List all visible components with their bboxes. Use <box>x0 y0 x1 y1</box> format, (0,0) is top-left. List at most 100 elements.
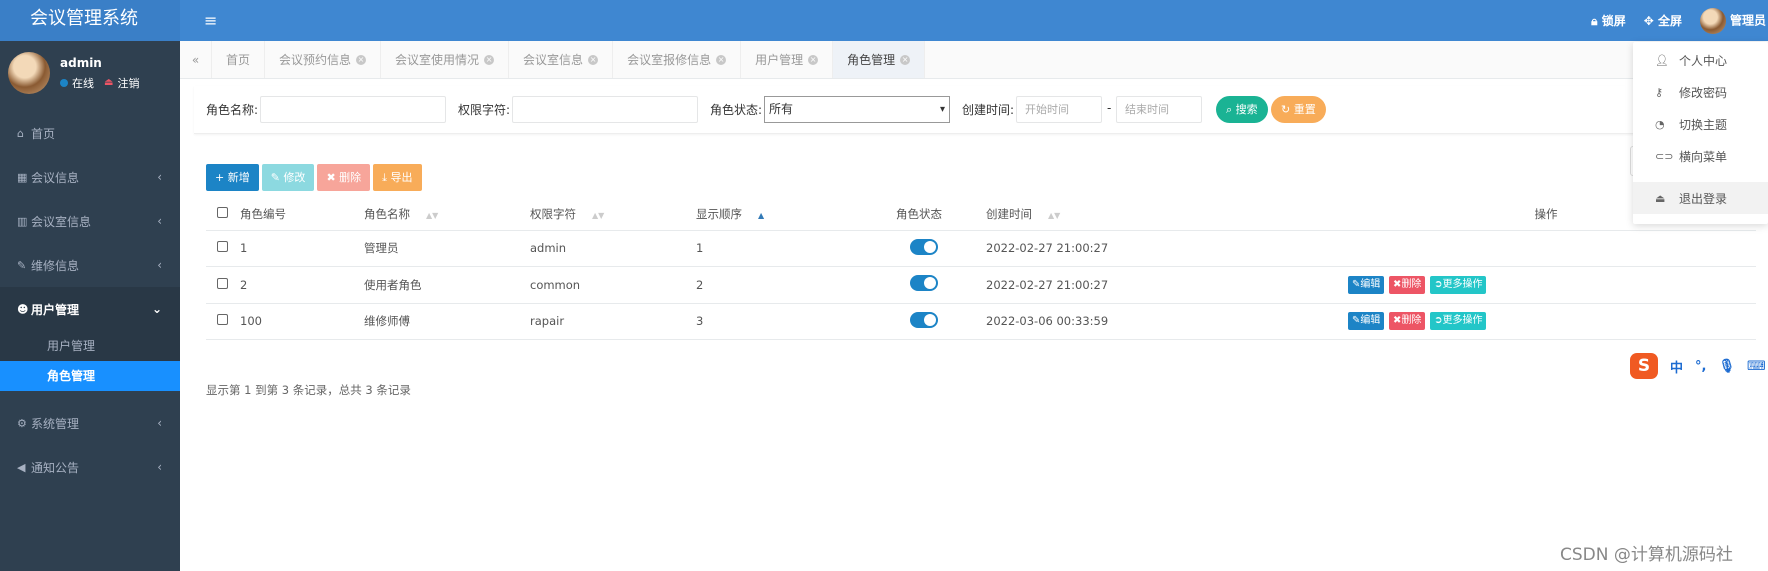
table-row[interactable]: 2 使用者角色 common 2 2022-02-27 21:00:27 ✎编辑… <box>206 266 1756 304</box>
tab-role-mgmt[interactable]: 角色管理 × <box>833 41 926 78</box>
tab-label: 会议室信息 <box>523 52 584 67</box>
avatar[interactable] <box>8 52 50 94</box>
status-toggle[interactable] <box>910 311 938 328</box>
start-time-input[interactable]: 开始时间 <box>1016 96 1102 123</box>
keyboard-icon[interactable]: ⌨ <box>1747 359 1766 374</box>
tab-user-mgmt[interactable]: 用户管理 × <box>741 41 834 78</box>
add-button[interactable]: + 新增 <box>206 164 259 191</box>
sogou-logo-icon[interactable]: S <box>1630 353 1658 379</box>
edit-button[interactable]: ✎ 修改 <box>261 164 315 191</box>
menu-item-switch-theme[interactable]: ◔ 切换主题 <box>1633 108 1768 140</box>
close-icon[interactable]: × <box>716 54 727 65</box>
row-checkbox[interactable] <box>217 241 228 253</box>
role-name-input[interactable] <box>260 96 446 123</box>
close-icon[interactable]: × <box>356 54 367 65</box>
status-select[interactable]: 所有 ▾ <box>764 96 950 123</box>
search-button-label: 搜索 <box>1235 103 1258 116</box>
sidebar-item-room-info[interactable]: ▥ 会议室信息 ‹ <box>0 199 180 243</box>
tab-room-usage[interactable]: 会议室使用情况 × <box>381 41 510 78</box>
tab-label: 会议室使用情况 <box>395 52 480 67</box>
role-name-cell: 使用者角色 <box>364 266 530 304</box>
row-more-button[interactable]: ➲更多操作 <box>1430 312 1487 331</box>
export-button[interactable]: ⤓ 导出 <box>373 164 422 191</box>
admin-menu-button[interactable]: 管理员 <box>1699 7 1766 34</box>
sort-icon: ▲▼ <box>1048 210 1061 220</box>
perm-input[interactable] <box>512 96 698 123</box>
end-time-input[interactable]: 结束时间 <box>1116 96 1202 123</box>
ime-lang-toggle[interactable]: 中 <box>1670 357 1683 376</box>
col-header[interactable]: 角色名称 ▲▼ <box>364 198 530 231</box>
row-edit-button[interactable]: ✎编辑 <box>1348 312 1385 331</box>
col-header[interactable]: 权限字符 ▲▼ <box>530 198 696 231</box>
menu-item-label: 横向菜单 <box>1679 149 1728 164</box>
watermark: CSDN @计算机源码社 <box>1560 545 1733 565</box>
user-dropdown-menu: 👤︎ 个人中心 ⚷ 修改密码 ◔ 切换主题 ⊂⊃ 横向菜单 ⏏ 退出登录 <box>1633 42 1768 224</box>
search-button[interactable]: ⌕ 搜索 <box>1216 96 1268 123</box>
sidebar-item-home[interactable]: ⌂ 首页 <box>0 111 180 155</box>
status-toggle[interactable] <box>910 238 938 255</box>
menu-item-logout[interactable]: ⏏ 退出登录 <box>1633 182 1768 214</box>
created-time-cell: 2022-02-27 21:00:27 <box>986 230 1336 267</box>
row-edit-label: 编辑 <box>1360 278 1381 290</box>
row-more-label: 更多操作 <box>1442 278 1483 290</box>
toggle-icon: ⊂⊃ <box>1655 149 1674 163</box>
fullscreen-label: 全屏 <box>1657 14 1682 28</box>
col-header[interactable]: 创建时间 ▲▼ <box>986 198 1336 231</box>
close-icon[interactable]: × <box>588 54 599 65</box>
row-more-button[interactable]: ➲更多操作 <box>1430 275 1487 294</box>
sidebar-item-user-mgmt[interactable]: ☻ 用户管理 ⌄ <box>0 287 180 331</box>
sidebar-item-repair-info[interactable]: ✎ 维修信息 ‹ <box>0 243 180 287</box>
lock-screen-button[interactable]: 🔒︎ 锁屏 <box>1591 12 1626 29</box>
tabs-scroll-left-icon[interactable]: « <box>180 41 212 78</box>
role-key-cell: rapair <box>530 303 696 340</box>
tab-label: 首页 <box>226 52 251 67</box>
logout-link[interactable]: 注销 <box>117 75 139 91</box>
sign-out-icon[interactable]: ⏏ <box>104 77 113 88</box>
col-header[interactable]: 显示顺序 ▲ <box>696 198 896 231</box>
close-icon[interactable]: × <box>900 54 911 65</box>
delete-button-label: 删除 <box>339 171 362 184</box>
pagination-info: 显示第 1 到第 3 条记录，总共 3 条记录 <box>206 383 411 397</box>
close-icon[interactable]: × <box>484 54 495 65</box>
sidebar-item-meeting-info[interactable]: ▦ 会议信息 ‹ <box>0 155 180 199</box>
menu-item-profile[interactable]: 👤︎ 个人中心 <box>1633 44 1768 76</box>
row-delete-button[interactable]: ✖删除 <box>1389 312 1426 331</box>
menu-toggle-icon[interactable]: ≡ <box>204 11 217 30</box>
table-row[interactable]: 100 维修师傅 rapair 3 2022-03-06 00:33:59 ✎编… <box>206 303 1756 340</box>
table-row[interactable]: 1 管理员 admin 1 2022-02-27 21:00:27 <box>206 230 1756 267</box>
fullscreen-button[interactable]: ✥ 全屏 <box>1644 12 1682 29</box>
row-delete-button[interactable]: ✖删除 <box>1389 275 1426 294</box>
col-header-label: 角色状态 <box>896 206 942 221</box>
tab-meeting-booking[interactable]: 会议预约信息 × <box>265 41 382 78</box>
sidebar-subitem-role-mgmt[interactable]: 角色管理 <box>0 361 180 391</box>
sidebar-subitem-user-mgmt[interactable]: 用户管理 <box>0 331 180 361</box>
row-checkbox[interactable] <box>217 314 228 326</box>
tab-room-info[interactable]: 会议室信息 × <box>509 41 614 78</box>
tab-room-repair[interactable]: 会议室报修信息 × <box>613 41 742 78</box>
tab-label: 会议室报修信息 <box>627 52 712 67</box>
status-toggle[interactable] <box>910 275 938 292</box>
row-edit-button[interactable]: ✎编辑 <box>1348 275 1385 294</box>
row-delete-label: 删除 <box>1401 315 1422 327</box>
close-icon[interactable]: × <box>808 54 819 65</box>
microphone-icon[interactable]: 🎙︎ <box>1718 359 1735 374</box>
submenu-user-mgmt: 用户管理 角色管理 <box>0 331 180 391</box>
ime-punct-toggle[interactable]: °, <box>1695 359 1706 374</box>
refresh-icon: ↻ <box>1281 103 1291 116</box>
tab-home[interactable]: 首页 <box>212 41 266 78</box>
col-header[interactable]: 角色编号 <box>240 198 364 231</box>
edit-button-label: 修改 <box>283 171 306 184</box>
chevron-left-icon: ‹ <box>157 460 162 474</box>
chevron-left-icon: ‹ <box>157 170 162 184</box>
bank-icon: ▥ <box>17 214 28 228</box>
select-all-checkbox[interactable] <box>217 206 228 218</box>
sidebar-item-system-mgmt[interactable]: ⚙ 系统管理 ‹ <box>0 401 180 445</box>
col-header-label: 角色名称 <box>364 206 410 221</box>
col-header-label: 创建时间 <box>986 206 1032 221</box>
menu-item-horizontal-menu[interactable]: ⊂⊃ 横向菜单 <box>1633 140 1768 172</box>
reset-button[interactable]: ↻ 重置 <box>1271 96 1326 123</box>
row-checkbox[interactable] <box>217 277 228 289</box>
menu-item-change-password[interactable]: ⚷ 修改密码 <box>1633 76 1768 108</box>
sidebar-item-notice[interactable]: ◀ 通知公告 ‹ <box>0 445 180 489</box>
delete-button[interactable]: ✖ 删除 <box>317 164 371 191</box>
